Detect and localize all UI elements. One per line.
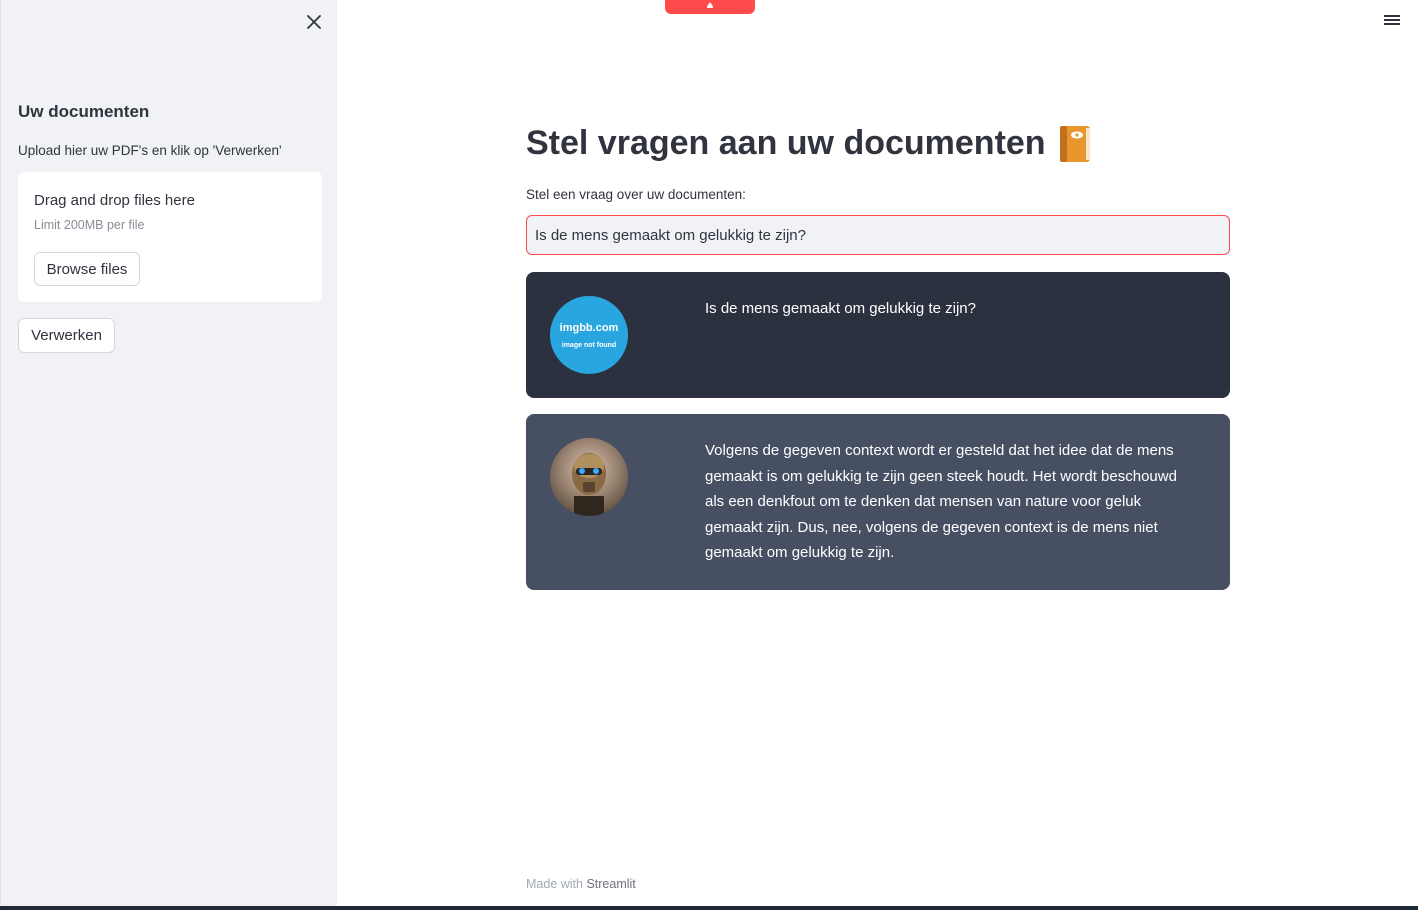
bot-message-text: Volgens de gegeven context wordt er gest… bbox=[705, 442, 1177, 561]
deploy-tab[interactable] bbox=[665, 0, 755, 14]
dropzone-label: Drag and drop files here bbox=[34, 192, 195, 209]
dropzone-limit: Limit 200MB per file bbox=[34, 218, 145, 232]
robot-icon bbox=[572, 453, 606, 516]
footer: Made with Streamlit bbox=[526, 877, 636, 891]
page-title: Stel vragen aan uw documenten bbox=[526, 124, 1092, 163]
app-window: Uw documenten Upload hier uw PDF's en kl… bbox=[0, 0, 1418, 910]
user-message-text: Is de mens gemaakt om gelukkig te zijn? bbox=[705, 300, 976, 317]
notebook-icon bbox=[1059, 125, 1090, 162]
question-input[interactable] bbox=[526, 215, 1230, 255]
bottom-bar bbox=[0, 906, 1418, 910]
user-avatar: imgbb.com image not found bbox=[550, 296, 628, 374]
footer-streamlit-link[interactable]: Streamlit bbox=[586, 877, 635, 891]
hamburger-icon bbox=[1384, 15, 1402, 25]
sidebar-title: Uw documenten bbox=[18, 102, 150, 121]
browse-files-button[interactable]: Browse files bbox=[34, 252, 140, 286]
file-uploader-dropzone[interactable]: Drag and drop files here Limit 200MB per… bbox=[18, 172, 322, 302]
process-button[interactable]: Verwerken bbox=[18, 318, 115, 353]
chat-message-user: imgbb.com image not found Is de mens gem… bbox=[526, 272, 1230, 398]
question-input-label: Stel een vraag over uw documenten: bbox=[526, 187, 746, 202]
main-content: Stel vragen aan uw documenten Stel een v… bbox=[337, 0, 1418, 906]
page-title-text: Stel vragen aan uw documenten bbox=[526, 124, 1046, 162]
main-menu-button[interactable] bbox=[1384, 13, 1402, 29]
chat-message-bot: Volgens de gegeven context wordt er gest… bbox=[526, 414, 1230, 590]
avatar-text-primary: imgbb.com bbox=[559, 321, 619, 334]
robot-avatar bbox=[550, 438, 628, 516]
footer-prefix: Made with bbox=[526, 877, 587, 891]
close-icon bbox=[307, 15, 321, 29]
sidebar: Uw documenten Upload hier uw PDF's en kl… bbox=[0, 0, 337, 906]
close-sidebar-button[interactable] bbox=[304, 12, 324, 32]
fire-icon bbox=[707, 2, 713, 8]
sidebar-caption: Upload hier uw PDF's en klik op 'Verwerk… bbox=[18, 143, 282, 158]
avatar-text-secondary: image not found bbox=[561, 341, 617, 349]
